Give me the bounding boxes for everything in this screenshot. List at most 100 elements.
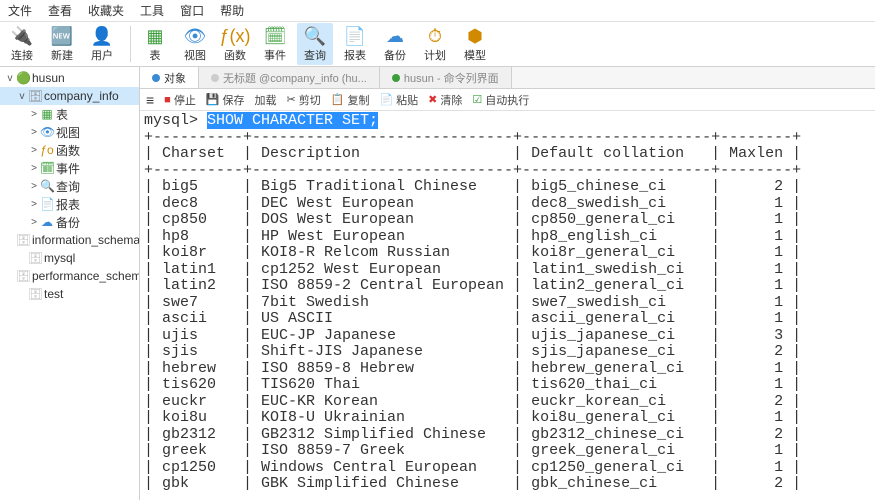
- function-button[interactable]: ƒ(x)函数: [217, 23, 253, 65]
- tree-events-label: 事件: [56, 160, 80, 177]
- tree-queries-label: 查询: [56, 178, 80, 195]
- cut-button-label: 剪切: [299, 92, 321, 108]
- model-button[interactable]: ⬢模型: [457, 23, 493, 65]
- menu-3[interactable]: 工具: [140, 2, 164, 19]
- menu-5[interactable]: 帮助: [220, 2, 244, 19]
- table-button[interactable]: ▦表: [137, 23, 173, 65]
- table-row: | gbk | GBK Simplified Chinese | gbk_chi…: [144, 475, 801, 492]
- tree-reports[interactable]: >📄报表: [0, 195, 139, 213]
- twisty-icon[interactable]: v: [4, 73, 16, 84]
- tree-queries[interactable]: >🔍查询: [0, 177, 139, 195]
- clear-button[interactable]: ✖清除: [428, 92, 462, 108]
- save-button-label: 保存: [223, 92, 245, 108]
- table-row: | hp8 | HP West European | hp8_english_c…: [144, 228, 801, 245]
- tree-functions[interactable]: >ƒo函数: [0, 141, 139, 159]
- sidebar-tree[interactable]: v🟢husunv🗄company_info>▦表>👁视图>ƒo函数>🗓事件>🔍查…: [0, 67, 140, 500]
- tree-events-icon: 🗓: [40, 161, 54, 175]
- db-mysql[interactable]: 🗄mysql: [0, 249, 139, 267]
- tab-untitled[interactable]: 无标题 @company_info (hu...: [199, 67, 380, 88]
- autoexec-toggle[interactable]: ☑自动执行: [472, 92, 529, 108]
- stop-button-icon: ■: [164, 94, 171, 106]
- db-performance-schema-icon: 🗄: [16, 269, 30, 283]
- table-header-row: | Charset | Description | Default collat…: [144, 145, 801, 162]
- menu-0[interactable]: 文件: [8, 2, 32, 19]
- db-performance-schema[interactable]: 🗄performance_schema: [0, 267, 139, 285]
- new-button[interactable]: 🆕新建: [44, 23, 80, 65]
- view-button[interactable]: 👁视图: [177, 23, 213, 65]
- backup-button-label: 备份: [384, 47, 406, 63]
- twisty-icon[interactable]: v: [16, 91, 28, 102]
- autoexec-toggle-label: 自动执行: [485, 92, 529, 108]
- report-button[interactable]: 📄报表: [337, 23, 373, 65]
- tab-dot-icon: [392, 74, 400, 82]
- cut-button[interactable]: ✂剪切: [287, 92, 321, 108]
- conn-husun[interactable]: v🟢husun: [0, 69, 139, 87]
- paste-button[interactable]: 📄粘贴: [379, 92, 418, 108]
- tree-tables[interactable]: >▦表: [0, 105, 139, 123]
- twisty-icon[interactable]: >: [28, 217, 40, 228]
- schedule-button[interactable]: ⏱计划: [417, 23, 453, 65]
- user-button-label: 用户: [91, 47, 113, 63]
- table-divider: +----------+----------------------------…: [144, 129, 801, 146]
- clear-button-label: 清除: [440, 92, 462, 108]
- hamburger-icon[interactable]: ≡: [146, 92, 154, 108]
- new-button-icon: 🆕: [51, 25, 73, 47]
- stop-button[interactable]: ■停止: [164, 92, 196, 108]
- menu-4[interactable]: 窗口: [180, 2, 204, 19]
- twisty-icon[interactable]: >: [28, 145, 40, 156]
- sql-command[interactable]: SHOW CHARACTER SET;: [207, 112, 378, 129]
- tab-objects-label: 对象: [164, 70, 186, 86]
- user-button-icon: 👤: [91, 25, 113, 47]
- tab-cmd-label: husun - 命令列界面: [404, 70, 499, 86]
- save-button-icon: 💾: [206, 93, 220, 106]
- tab-objects[interactable]: 对象: [140, 67, 199, 88]
- report-button-label: 报表: [344, 47, 366, 63]
- tree-reports-icon: 📄: [40, 197, 54, 211]
- tree-backups[interactable]: >☁备份: [0, 213, 139, 231]
- conn-husun-icon: 🟢: [16, 71, 30, 85]
- editor-tabs: 对象无标题 @company_info (hu... husun - 命令列界面: [140, 67, 875, 89]
- load-button[interactable]: 加载: [255, 92, 277, 108]
- sql-console[interactable]: mysql> SHOW CHARACTER SET; +----------+-…: [140, 111, 875, 500]
- query-button-icon: 🔍: [304, 25, 326, 47]
- clear-button-icon: ✖: [428, 93, 437, 106]
- event-button[interactable]: 🗓事件: [257, 23, 293, 65]
- load-button-label: 加载: [255, 92, 277, 108]
- backup-button[interactable]: ☁备份: [377, 23, 413, 65]
- table-row: | ascii | US ASCII | ascii_general_ci | …: [144, 310, 801, 327]
- paste-button-label: 粘贴: [396, 92, 418, 108]
- table-row: | koi8u | KOI8-U Ukrainian | koi8u_gener…: [144, 409, 801, 426]
- db-test-label: test: [44, 287, 63, 301]
- tree-tables-icon: ▦: [40, 107, 54, 121]
- save-button[interactable]: 💾保存: [206, 92, 245, 108]
- table-row: | ujis | EUC-JP Japanese | ujis_japanese…: [144, 327, 801, 344]
- table-row: | cp850 | DOS West European | cp850_gene…: [144, 211, 801, 228]
- autoexec-toggle-icon: ☑: [472, 93, 482, 106]
- tree-reports-label: 报表: [56, 196, 80, 213]
- twisty-icon[interactable]: >: [28, 199, 40, 210]
- report-button-icon: 📄: [344, 25, 366, 47]
- copy-button[interactable]: 📋复制: [331, 92, 370, 108]
- user-button[interactable]: 👤用户: [84, 23, 120, 65]
- twisty-icon[interactable]: >: [28, 127, 40, 138]
- menu-1[interactable]: 查看: [48, 2, 72, 19]
- twisty-icon[interactable]: >: [28, 109, 40, 120]
- query-button[interactable]: 🔍查询: [297, 23, 333, 65]
- tree-views[interactable]: >👁视图: [0, 123, 139, 141]
- tree-events[interactable]: >🗓事件: [0, 159, 139, 177]
- connect-button[interactable]: 🔌连接: [4, 23, 40, 65]
- db-performance-schema-label: performance_schema: [32, 269, 140, 283]
- table-row: | cp1250 | Windows Central European | cp…: [144, 459, 801, 476]
- db-test[interactable]: 🗄test: [0, 285, 139, 303]
- table-divider: +----------+----------------------------…: [144, 162, 801, 179]
- db-company-info[interactable]: v🗄company_info: [0, 87, 139, 105]
- connect-button-icon: 🔌: [11, 25, 33, 47]
- twisty-icon[interactable]: >: [28, 181, 40, 192]
- twisty-icon[interactable]: >: [28, 163, 40, 174]
- tab-cmd[interactable]: husun - 命令列界面: [380, 67, 512, 88]
- stop-button-label: 停止: [174, 92, 196, 108]
- table-row: | euckr | EUC-KR Korean | euckr_korean_c…: [144, 393, 801, 410]
- menu-2[interactable]: 收藏夹: [88, 2, 124, 19]
- db-information-schema-label: information_schema: [32, 233, 140, 247]
- db-information-schema[interactable]: 🗄information_schema: [0, 231, 139, 249]
